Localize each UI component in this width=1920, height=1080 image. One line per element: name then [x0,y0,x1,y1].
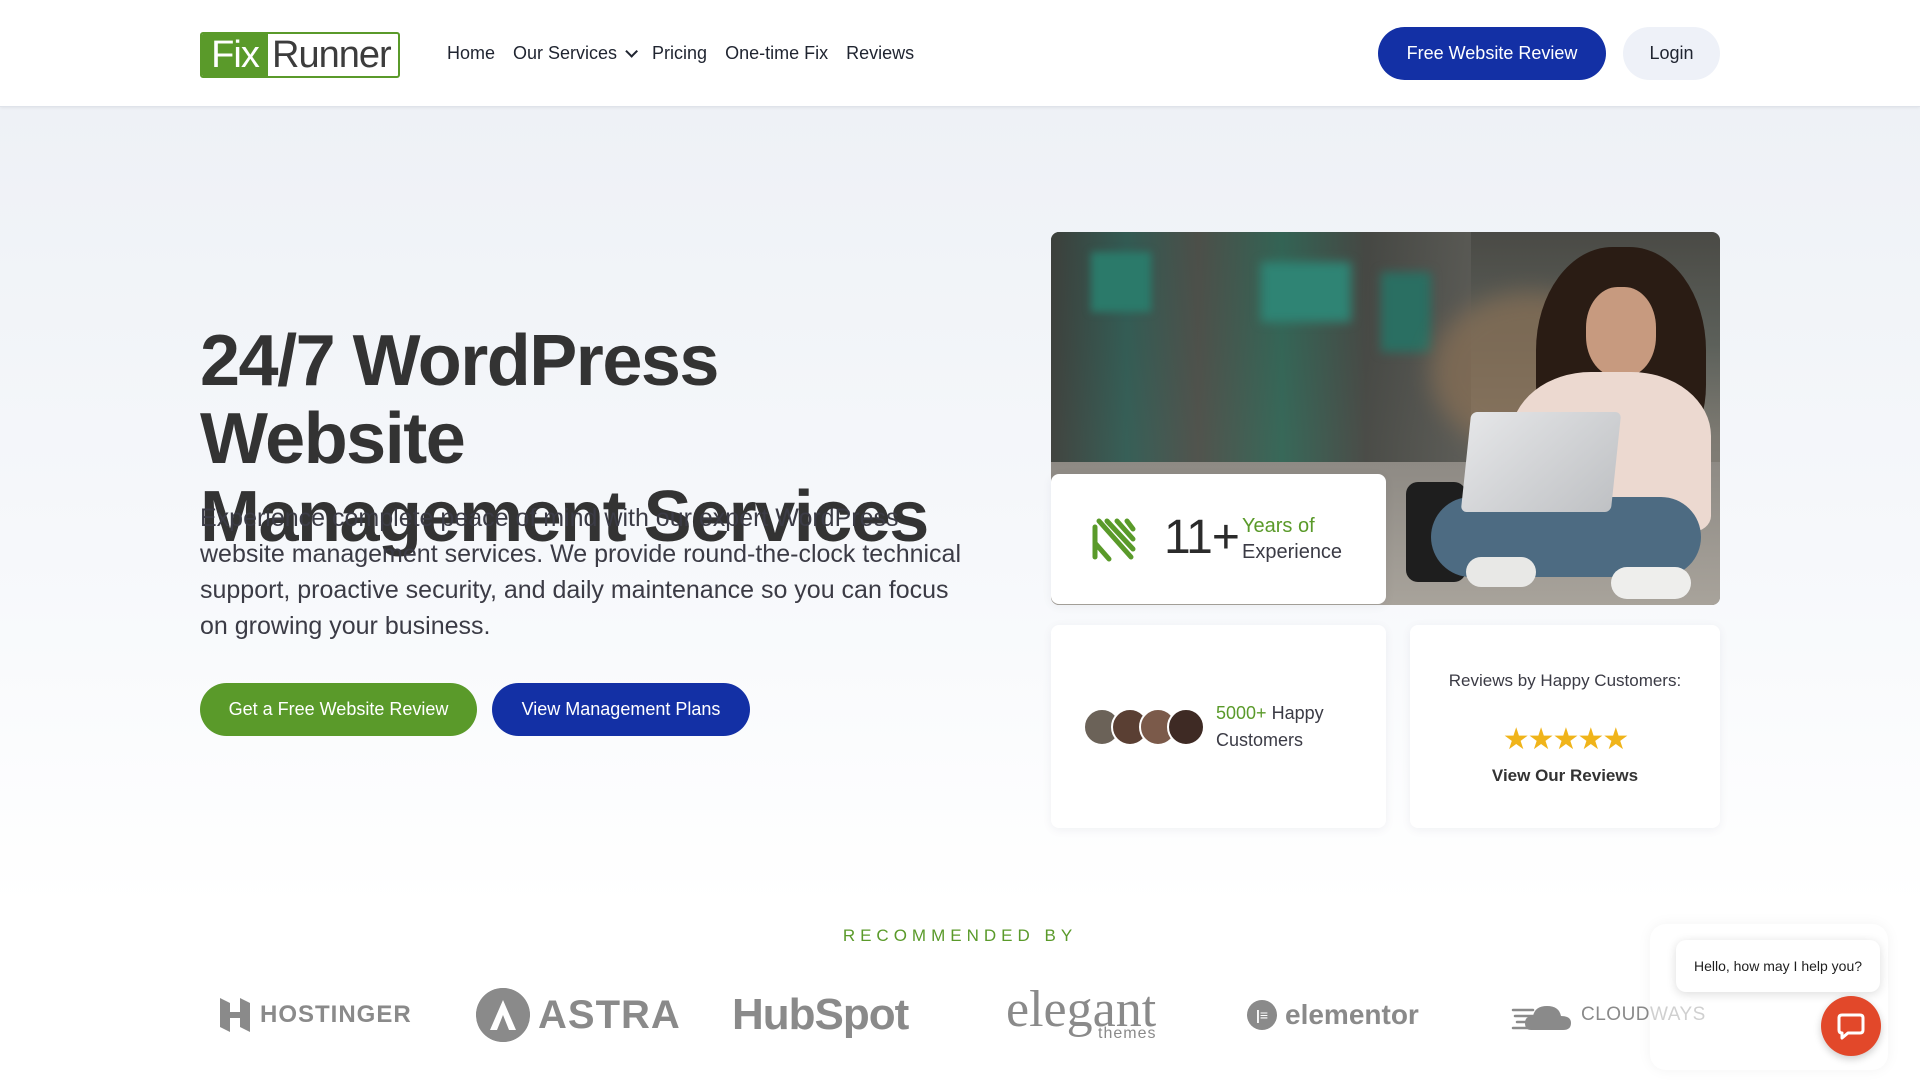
view-reviews-link[interactable]: View Our Reviews [1410,766,1720,786]
experience-label-1: Years of [1242,515,1315,537]
astra-logo: ASTRA [476,980,681,1050]
hostinger-logo: HOSTINGER [218,980,412,1050]
get-free-review-button[interactable]: Get a Free Website Review [200,683,477,736]
chat-greeting-bubble[interactable]: Hello, how may I help you? [1676,940,1880,992]
happy-customers-card: 5000+ Happy Customers [1051,625,1386,828]
customer-avatars [1083,708,1205,746]
hero-title-line1: 24/7 WordPress Website [200,321,719,479]
nav-pricing[interactable]: Pricing [652,43,707,64]
reviews-title: Reviews by Happy Customers: [1448,671,1682,690]
hero-description: Experience complete peace of mind with o… [200,504,962,640]
nav-reviews[interactable]: Reviews [846,43,914,64]
login-button[interactable]: Login [1623,27,1720,80]
hubspot-text: HubSpot [732,990,909,1039]
chevron-down-icon [625,45,639,58]
elementor-icon: |≡ [1247,1000,1277,1030]
experience-card: 11+ Years of Experience [1051,474,1386,604]
nav-our-services[interactable]: Our Services [513,43,639,64]
astra-text: ASTRA [538,992,681,1037]
nav-our-services-label: Our Services [513,43,618,63]
hubspot-logo: HubSpot [732,980,909,1050]
stripes-logo-icon [1092,518,1136,562]
hostinger-icon [220,998,250,1032]
view-plans-button[interactable]: View Management Plans [492,683,750,736]
customers-label-2: Customers [1216,730,1304,750]
astra-icon [476,988,530,1042]
nav-one-time-fix[interactable]: One-time Fix [725,43,828,64]
elementor-text: elementor [1285,999,1419,1030]
chat-launcher-button[interactable] [1821,996,1881,1056]
partner-logos: HOSTINGER ASTRA HubSpot elegant themes |… [200,980,1720,1050]
elementor-logo: |≡ elementor [1247,980,1419,1050]
customers-label-1: Happy [1271,703,1324,723]
themes-text: themes [1098,1025,1157,1042]
elegant-themes-logo: elegant themes [1006,980,1156,1050]
experience-number: 11+ [1164,511,1240,564]
cloud-icon [1511,1006,1571,1030]
logo-runner-text: Runner [272,33,392,76]
chat-icon [1837,1013,1865,1040]
main-nav: Home Our Services Pricing One-time Fix R… [447,0,914,107]
avatar [1167,708,1205,746]
fixrunner-logo[interactable]: Fix Runner [200,32,400,78]
nav-home[interactable]: Home [447,43,495,64]
hostinger-text: HOSTINGER [260,1001,412,1028]
customers-count: 5000+ [1216,703,1267,723]
free-website-review-button[interactable]: Free Website Review [1378,27,1606,80]
site-header: Fix Runner Home Our Services Pricing One… [0,0,1920,107]
recommended-by-label: RECOMMENDED BY [842,926,1078,945]
experience-label-2: Experience [1242,541,1343,563]
reviews-card: Reviews by Happy Customers: ★★★★★ View O… [1410,625,1720,828]
logo-fix-text: Fix [202,34,268,76]
star-rating: ★★★★★ [1502,723,1629,756]
customers-line-1: 5000+ Happy [1216,703,1324,724]
